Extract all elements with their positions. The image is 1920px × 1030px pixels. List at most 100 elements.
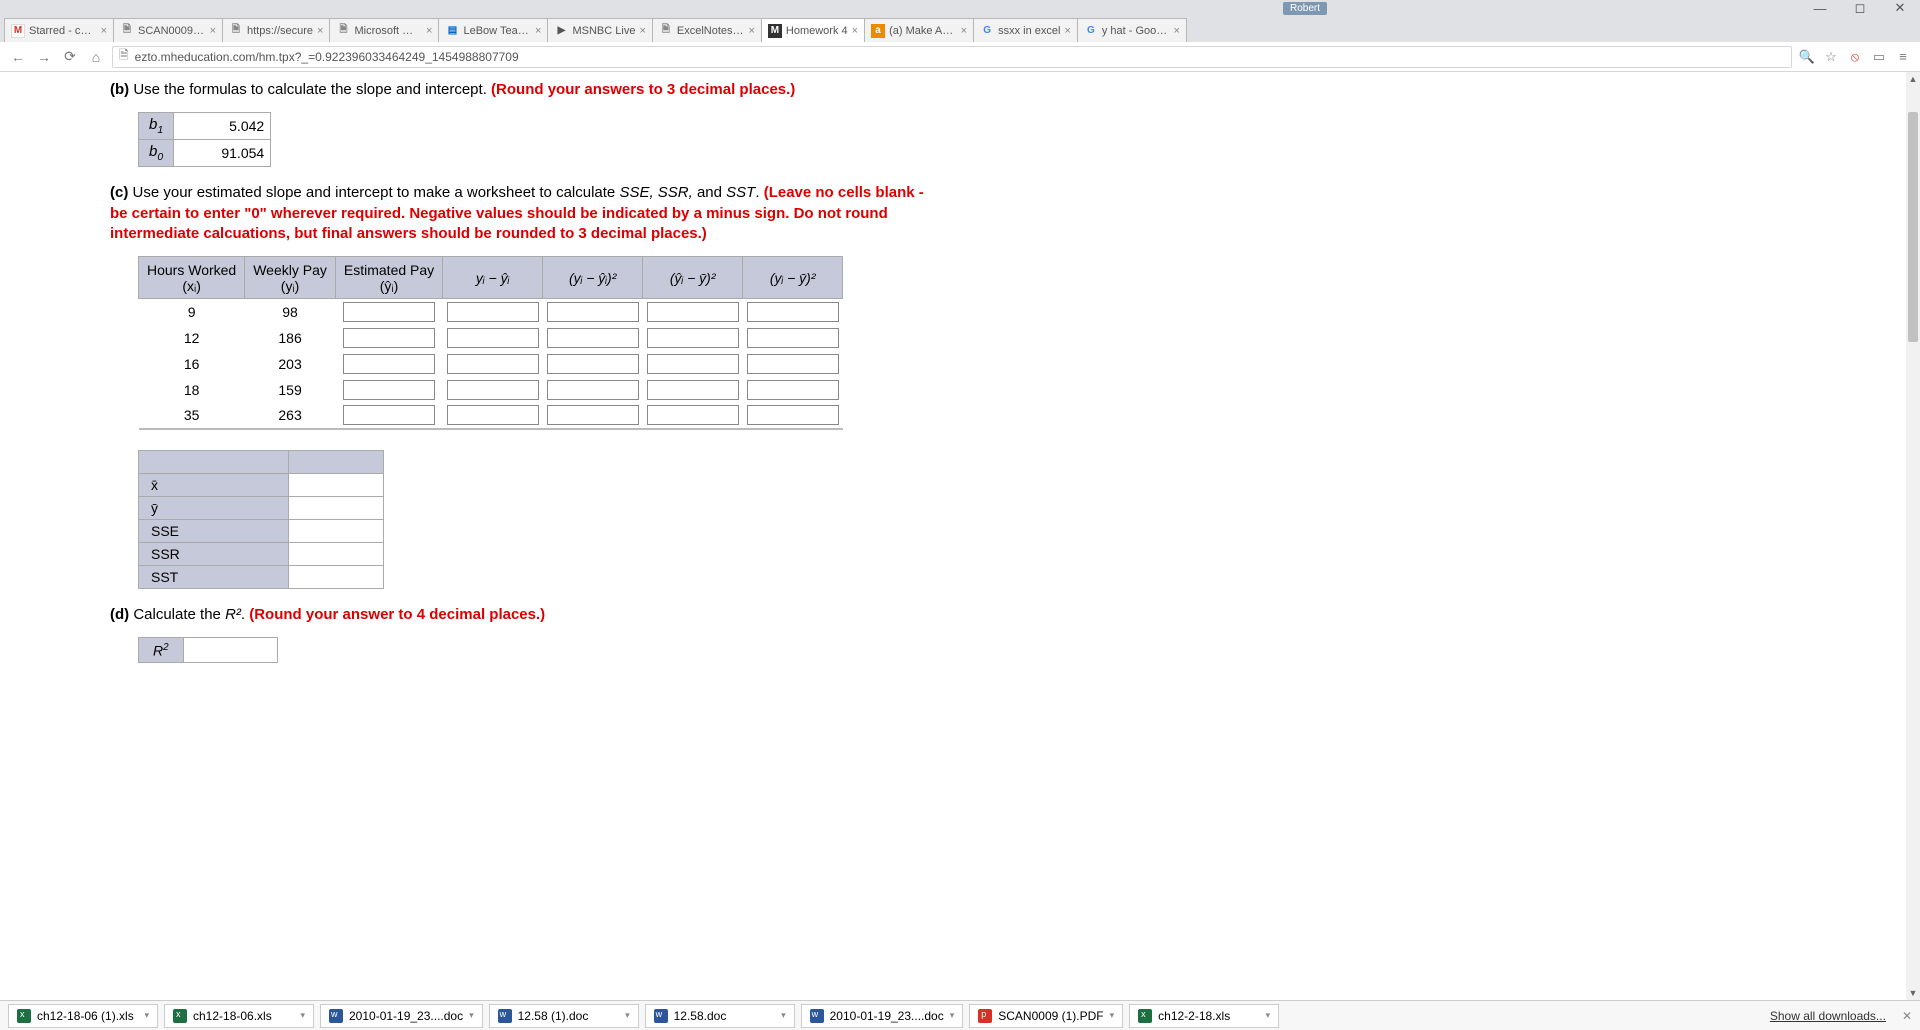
download-item[interactable]: ch12-18-06.xls▾ bbox=[164, 1004, 314, 1028]
resid-input[interactable] bbox=[447, 354, 539, 374]
download-item[interactable]: ch12-18-06 (1).xls▾ bbox=[8, 1004, 158, 1028]
download-filename: ch12-2-18.xls bbox=[1158, 1009, 1230, 1023]
download-menu-icon[interactable]: ▾ bbox=[1110, 1010, 1115, 1021]
tab-close-icon[interactable]: × bbox=[1173, 25, 1179, 37]
sst-input[interactable] bbox=[747, 302, 839, 322]
browser-tab[interactable]: ▤LeBow Teachin× bbox=[438, 18, 548, 42]
cell-y: 98 bbox=[245, 299, 336, 325]
download-item[interactable]: ch12-2-18.xls ▾ bbox=[1129, 1004, 1279, 1028]
adblock-icon[interactable]: ⦸ bbox=[1846, 49, 1864, 65]
browser-tab[interactable]: 🗎ExcelNotes.PD× bbox=[652, 18, 762, 42]
part-b-text: (b) Use the formulas to calculate the sl… bbox=[110, 80, 930, 100]
col-resid: yᵢ − ŷᵢ bbox=[443, 257, 543, 299]
file-icon bbox=[17, 1009, 31, 1023]
est-pay-input[interactable] bbox=[343, 302, 435, 322]
resid-input[interactable] bbox=[447, 328, 539, 348]
resid-sq-input[interactable] bbox=[547, 405, 639, 425]
summary-input[interactable] bbox=[289, 520, 382, 542]
part-b-table: b1 b0 bbox=[138, 112, 271, 167]
resid-sq-input[interactable] bbox=[547, 380, 639, 400]
minimize-button[interactable]: — bbox=[1808, 1, 1832, 16]
resid-input[interactable] bbox=[447, 302, 539, 322]
est-pay-input[interactable] bbox=[343, 328, 435, 348]
browser-tab[interactable]: 🗎Microsoft Wor× bbox=[329, 18, 439, 42]
sst-input[interactable] bbox=[747, 380, 839, 400]
download-item[interactable]: 2010-01-19_23....doc ▾ bbox=[320, 1004, 483, 1028]
file-icon bbox=[498, 1009, 512, 1023]
resid-input[interactable] bbox=[447, 405, 539, 425]
download-menu-icon[interactable]: ▾ bbox=[625, 1010, 630, 1021]
sst-input[interactable] bbox=[747, 405, 839, 425]
back-button[interactable]: ← bbox=[8, 49, 28, 65]
resid-sq-input[interactable] bbox=[547, 302, 639, 322]
home-button[interactable]: ⌂ bbox=[86, 49, 106, 65]
menu-icon[interactable]: ≡ bbox=[1894, 49, 1912, 64]
summary-input[interactable] bbox=[289, 543, 382, 565]
summary-input[interactable] bbox=[289, 497, 382, 519]
zoom-icon[interactable]: 🔍 bbox=[1798, 49, 1816, 65]
scroll-down-arrow[interactable]: ▼ bbox=[1906, 986, 1920, 1000]
download-menu-icon[interactable]: ▾ bbox=[781, 1010, 786, 1021]
download-item[interactable]: SCAN0009 (1).PDF▾ bbox=[969, 1004, 1123, 1028]
tab-close-icon[interactable]: × bbox=[535, 25, 541, 37]
browser-tab[interactable]: MStarred - chain× bbox=[4, 18, 114, 42]
b0-input[interactable] bbox=[174, 142, 270, 164]
vertical-scrollbar[interactable]: ▲ ▼ bbox=[1906, 72, 1920, 1000]
address-bar[interactable]: 🗎 ezto.mheducation.com/hm.tpx?_=0.922396… bbox=[112, 46, 1792, 68]
est-pay-input[interactable] bbox=[343, 380, 435, 400]
download-menu-icon[interactable]: ▾ bbox=[1266, 1010, 1271, 1021]
tab-close-icon[interactable]: × bbox=[961, 25, 967, 37]
resid-input[interactable] bbox=[447, 380, 539, 400]
bookmark-icon[interactable]: ☆ bbox=[1822, 49, 1840, 65]
tab-close-icon[interactable]: × bbox=[317, 25, 323, 37]
summary-input[interactable] bbox=[289, 474, 382, 496]
sst-input[interactable] bbox=[747, 354, 839, 374]
download-item[interactable]: 12.58 (1).doc▾ bbox=[489, 1004, 639, 1028]
est-pay-input[interactable] bbox=[343, 354, 435, 374]
browser-tab[interactable]: Gssxx in excel× bbox=[973, 18, 1078, 42]
download-menu-icon[interactable]: ▾ bbox=[950, 1010, 955, 1021]
ssr-input[interactable] bbox=[647, 354, 739, 374]
device-icon[interactable]: ▭ bbox=[1870, 49, 1888, 65]
tab-close-icon[interactable]: × bbox=[210, 25, 216, 37]
scroll-up-arrow[interactable]: ▲ bbox=[1906, 72, 1920, 86]
download-menu-icon[interactable]: ▾ bbox=[469, 1010, 474, 1021]
show-all-downloads[interactable]: Show all downloads... bbox=[1770, 1009, 1886, 1023]
download-item[interactable]: 12.58.doc▾ bbox=[645, 1004, 795, 1028]
sst-input[interactable] bbox=[747, 328, 839, 348]
ssr-input[interactable] bbox=[647, 405, 739, 425]
tab-close-icon[interactable]: × bbox=[748, 25, 754, 37]
scroll-thumb[interactable] bbox=[1908, 112, 1918, 342]
summary-input[interactable] bbox=[289, 566, 382, 588]
tab-close-icon[interactable]: × bbox=[1064, 25, 1070, 37]
download-item[interactable]: 2010-01-19_23....doc▾ bbox=[801, 1004, 964, 1028]
resid-sq-input[interactable] bbox=[547, 354, 639, 374]
download-menu-icon[interactable]: ▾ bbox=[300, 1010, 305, 1021]
summary-row: ȳ bbox=[139, 496, 384, 519]
download-menu-icon[interactable]: ▾ bbox=[144, 1010, 149, 1021]
tab-close-icon[interactable]: × bbox=[852, 25, 858, 37]
r2-input[interactable] bbox=[184, 638, 277, 662]
forward-button[interactable]: → bbox=[34, 49, 54, 65]
downloads-close-icon[interactable]: ✕ bbox=[1902, 1009, 1912, 1023]
browser-tab[interactable]: ▶MSNBC Live× bbox=[547, 18, 652, 42]
tab-close-icon[interactable]: × bbox=[639, 25, 645, 37]
tab-close-icon[interactable]: × bbox=[426, 25, 432, 37]
ssr-input[interactable] bbox=[647, 380, 739, 400]
browser-tab[interactable]: MHomework 4× bbox=[761, 18, 865, 42]
resid-sq-input[interactable] bbox=[547, 328, 639, 348]
table-row: 16 203 bbox=[139, 351, 843, 377]
est-pay-input[interactable] bbox=[343, 405, 435, 425]
download-filename: 2010-01-19_23....doc bbox=[349, 1009, 463, 1023]
browser-tab[interactable]: 🗎https://secure× bbox=[222, 18, 330, 42]
close-window-button[interactable]: ✕ bbox=[1888, 0, 1912, 16]
browser-tab[interactable]: 🗎SCAN0009 (1)× bbox=[113, 18, 223, 42]
maximize-button[interactable]: ◻ bbox=[1848, 0, 1872, 16]
reload-button[interactable]: ⟳ bbox=[60, 48, 80, 65]
browser-tab[interactable]: a(a) Make An E× bbox=[864, 18, 974, 42]
browser-tab[interactable]: Gy hat - Google× bbox=[1077, 18, 1187, 42]
tab-close-icon[interactable]: × bbox=[101, 25, 107, 37]
ssr-input[interactable] bbox=[647, 328, 739, 348]
ssr-input[interactable] bbox=[647, 302, 739, 322]
b1-input[interactable] bbox=[174, 115, 270, 137]
